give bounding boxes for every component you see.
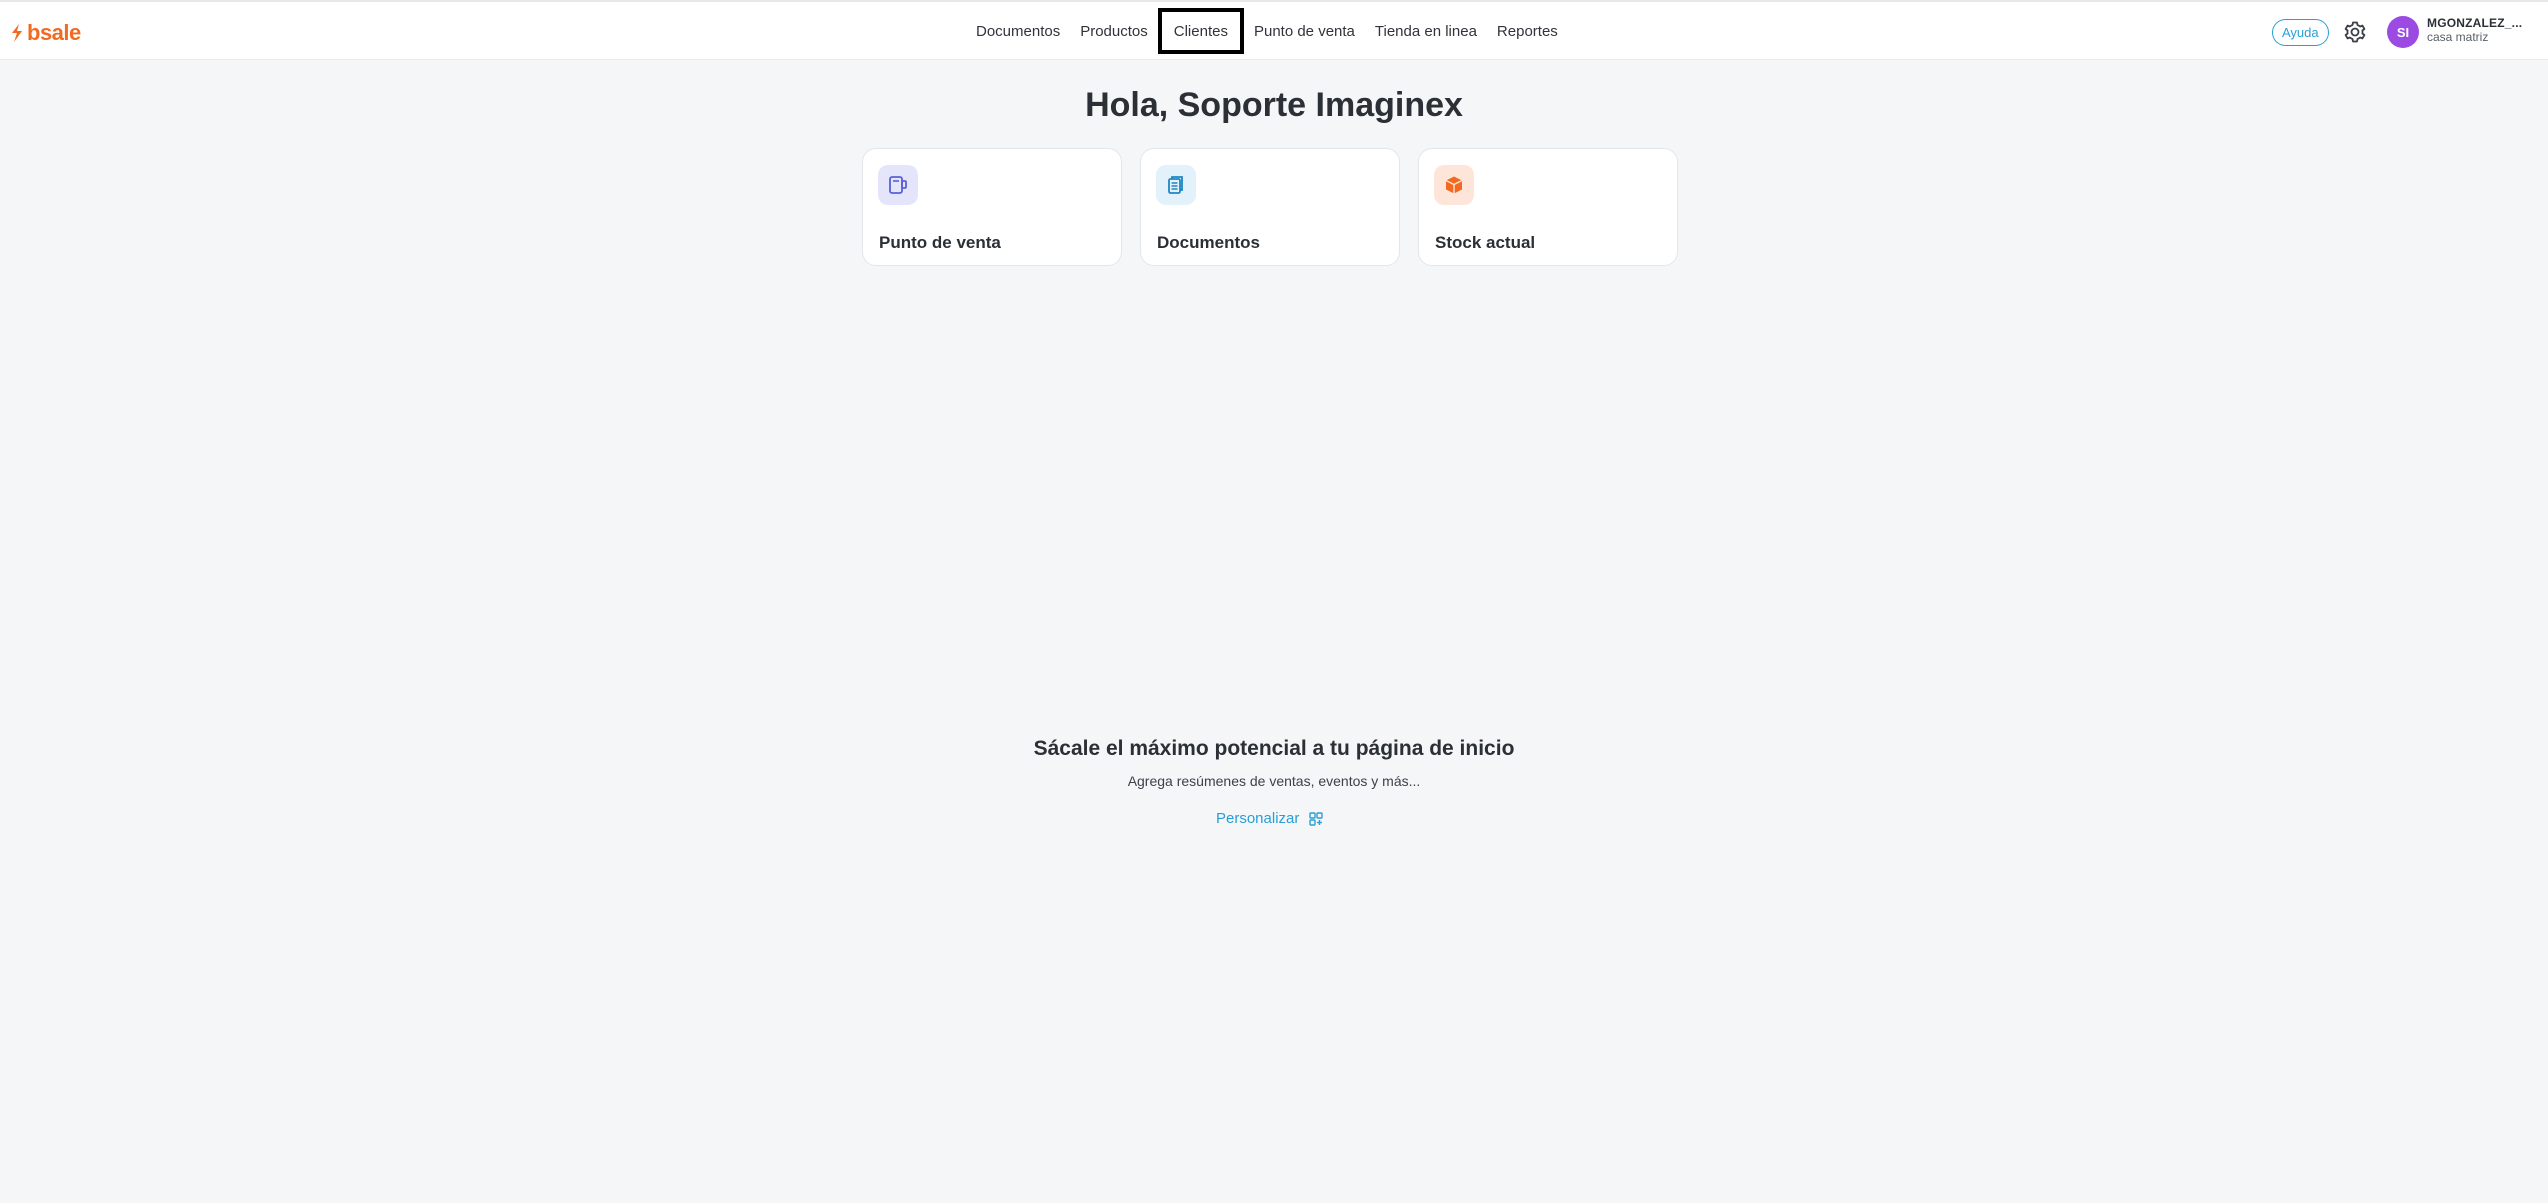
bsale-logo[interactable]: bsale (10, 20, 81, 46)
nav-item-punto-de-venta[interactable]: Punto de venta (1244, 8, 1365, 54)
page-title: Hola, Soporte Imaginex (1085, 86, 1463, 124)
nav-item-clientes[interactable]: Clientes (1157, 8, 1244, 54)
shortcut-card-punto-de-venta[interactable]: Punto de venta (862, 148, 1122, 266)
card-label: Stock actual (1435, 233, 1536, 252)
gear-icon[interactable] (2343, 20, 2367, 44)
box-icon (1434, 165, 1474, 205)
nav-item-productos[interactable]: Productos (1070, 8, 1158, 54)
shortcut-cards: Punto de venta Documentos Stock actual (862, 148, 1678, 266)
promo-title: Sácale el máximo potencial a tu página d… (1033, 737, 1515, 760)
widgets-grid-icon (1309, 811, 1324, 826)
main-nav: Documentos Productos Clientes Punto de v… (966, 2, 1568, 60)
bsale-logo-mark-icon (12, 24, 22, 42)
top-navbar: bsale Documentos Productos Clientes Punt… (0, 0, 2548, 60)
nav-item-tienda-en-linea[interactable]: Tienda en linea (1365, 8, 1487, 54)
brand-name: bsale (27, 20, 81, 45)
nav-item-reportes[interactable]: Reportes (1487, 8, 1568, 54)
documents-icon (1156, 165, 1196, 205)
shortcut-card-stock-actual[interactable]: Stock actual (1418, 148, 1678, 266)
user-branch: casa matriz (2427, 29, 2489, 44)
personalize-label: Personalizar (1216, 810, 1300, 827)
help-button[interactable]: Ayuda (2272, 19, 2329, 46)
user-menu[interactable]: MGONZALEZ_... casa matriz (2427, 16, 2523, 45)
shortcut-card-documentos[interactable]: Documentos (1140, 148, 1400, 266)
pos-device-icon (878, 165, 918, 205)
avatar[interactable]: SI (2387, 16, 2419, 48)
nav-item-documentos[interactable]: Documentos (966, 8, 1070, 54)
promo-subtitle: Agrega resúmenes de ventas, eventos y má… (1127, 773, 1421, 789)
user-name: MGONZALEZ_... (2427, 16, 2523, 30)
card-label: Documentos (1157, 233, 1260, 252)
card-label: Punto de venta (879, 233, 1001, 252)
personalize-link[interactable]: Personalizar (1216, 810, 1324, 827)
